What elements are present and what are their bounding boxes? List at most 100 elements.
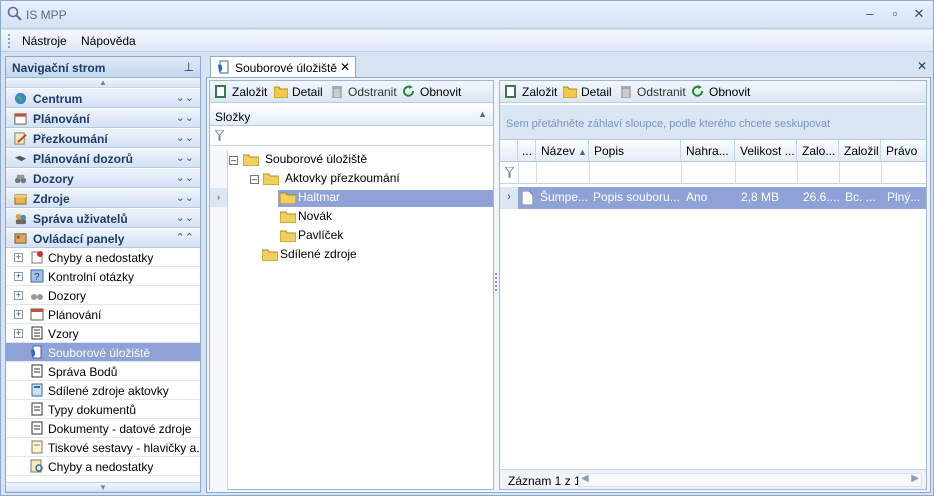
close-window-button[interactable]: ✕ — [908, 5, 930, 23]
col-nazev[interactable]: Název ▲ — [536, 140, 589, 162]
nav-group-label: Dozory — [33, 172, 74, 186]
expand-icon[interactable]: + — [14, 329, 23, 338]
new-document-icon — [505, 85, 516, 98]
folder-icon — [563, 86, 577, 98]
minimize-button[interactable]: – — [859, 5, 881, 23]
file-storage-icon — [31, 345, 42, 359]
chevron-down-icon: ⌄⌄ — [175, 112, 194, 124]
nav-scroll-down[interactable]: ▼ — [6, 482, 200, 492]
scroll-right-icon[interactable]: ▶ — [911, 473, 919, 484]
trash-icon — [621, 86, 631, 98]
expand-icon[interactable]: + — [14, 310, 23, 319]
col-zalozeno[interactable]: Zalo... — [797, 140, 839, 162]
nav-item-dozory[interactable]: + Dozory — [6, 286, 200, 305]
tree-node-sdilene-zdroje[interactable]: Sdílené zdroje — [260, 247, 357, 264]
filter-icon — [505, 167, 514, 178]
folder-remove-button[interactable]: Odstranit — [330, 85, 397, 99]
tree-node-root[interactable]: – Souborové úložiště — [229, 152, 367, 169]
nav-item-kontrolni-otazky[interactable]: +? Kontrolní otázky — [6, 267, 200, 286]
sort-up-icon: ▲ — [478, 109, 487, 119]
nav-item-dokumenty-datove-zdroje[interactable]: Dokumenty - datové zdroje — [6, 419, 200, 438]
nav-scroll-up[interactable]: ▲ — [6, 78, 200, 88]
expand-icon[interactable]: + — [14, 272, 23, 281]
scroll-left-icon[interactable]: ◀ — [581, 473, 589, 484]
nav-item-chyby[interactable]: + Chyby a nedostatky — [6, 248, 200, 267]
nav-item-sprava-bodu[interactable]: Správa Bodů — [6, 362, 200, 381]
record-counter: Záznam 1 z 1 — [508, 474, 581, 488]
nav-item-souborove-uloziste[interactable]: Souborové úložiště — [6, 343, 200, 362]
nav-group-label: Přezkoumání — [33, 132, 108, 146]
tree-node-haltmar[interactable]: Haltmar — [278, 190, 493, 207]
folder-detail-button[interactable]: Detail — [274, 85, 323, 99]
nav-group-label: Plánování dozorů — [33, 152, 134, 166]
chevron-down-icon: ⌄⌄ — [175, 192, 194, 204]
nav-item-label: Souborové úložiště — [48, 346, 151, 360]
col-velikost[interactable]: Velikost ... — [735, 140, 797, 162]
tab-souborove-uloziste[interactable]: Souborové úložiště ✕ — [210, 56, 356, 78]
chevron-down-icon: ⌄⌄ — [175, 172, 194, 184]
nav-item-label: Kontrolní otázky — [48, 270, 135, 284]
nav-header-title: Navigační strom — [12, 61, 106, 75]
file-detail-button[interactable]: Detail — [563, 85, 612, 99]
nav-item-planovani[interactable]: + Plánování — [6, 305, 200, 324]
nav-item-chyby-2[interactable]: Chyby a nedostatky — [6, 457, 200, 476]
expand-icon[interactable]: + — [14, 253, 23, 262]
nav-group-planovani[interactable]: Plánování ⌄⌄ — [6, 108, 200, 128]
chevron-down-icon: ⌄⌄ — [175, 132, 194, 144]
file-remove-button[interactable]: Odstranit — [619, 85, 686, 99]
refresh-icon — [692, 85, 703, 97]
col-popis[interactable]: Popis — [589, 140, 681, 162]
nav-item-vzory[interactable]: + Vzory — [6, 324, 200, 343]
folder-icon — [262, 249, 278, 261]
col-nahrano[interactable]: Nahra... — [681, 140, 735, 162]
nav-group-label: Správa uživatelů — [33, 212, 128, 226]
tree-node-pavlicek[interactable]: Pavlíček — [278, 228, 343, 245]
document-icon — [31, 402, 43, 416]
nav-item-sdilene-zdroje[interactable]: Sdílené zdroje aktovky — [6, 381, 200, 400]
report-icon — [31, 440, 43, 454]
box-icon — [14, 194, 27, 205]
collapse-icon[interactable]: – — [229, 156, 238, 165]
folder-create-button[interactable]: Založit — [214, 85, 267, 99]
nav-group-sprava-uzivatelu[interactable]: Správa uživatelů ⌄⌄ — [6, 208, 200, 228]
table-row[interactable]: › Šumpe... Popis souboru... Ano 2,8 MB 2… — [500, 187, 926, 209]
expand-icon[interactable]: + — [14, 291, 23, 300]
collapse-icon[interactable]: – — [250, 175, 259, 184]
pin-icon[interactable]: ⊥ — [184, 60, 194, 74]
folder-refresh-button[interactable]: Obnovit — [402, 85, 461, 99]
col-zalozil[interactable]: Založil — [839, 140, 881, 162]
binoculars-icon — [14, 174, 27, 184]
nav-group-prezkoumani[interactable]: Přezkoumání ⌄⌄ — [6, 128, 200, 148]
tab-close-icon[interactable]: ✕ — [340, 60, 350, 74]
tree-node-novak[interactable]: Novák — [278, 209, 332, 226]
splitter-handle[interactable] — [495, 273, 498, 291]
grid-filter-row[interactable] — [500, 162, 926, 184]
file-refresh-button[interactable]: Obnovit — [691, 85, 750, 99]
menu-grip — [8, 34, 10, 48]
horizontal-scrollbar[interactable]: ◀ ▶ — [578, 473, 922, 487]
nav-item-tiskove-sestavy[interactable]: Tiskové sestavy - hlavičky a... — [6, 438, 200, 457]
group-by-area[interactable]: Sem přetáhněte záhlaví sloupce, podle kt… — [500, 105, 926, 140]
maximize-button[interactable]: ▫ — [884, 5, 906, 23]
review-icon — [30, 459, 43, 473]
close-all-tabs-icon[interactable]: ✕ — [917, 59, 927, 73]
col-pravo[interactable]: Právo — [881, 140, 926, 162]
menu-tools[interactable]: Nástroje — [22, 34, 67, 48]
nav-item-label: Plánování — [48, 308, 102, 322]
folders-filter-row[interactable] — [210, 126, 493, 146]
nav-group-dozory[interactable]: Dozory ⌄⌄ — [6, 168, 200, 188]
nav-item-typy-dokumentu[interactable]: Typy dokumentů — [6, 400, 200, 419]
folder-icon — [243, 154, 259, 166]
errors-icon — [31, 251, 43, 264]
tree-node-aktovky[interactable]: – Aktovky přezkoumání — [250, 171, 400, 188]
nav-item-label: Dokumenty - datové zdroje — [48, 422, 192, 436]
folders-column-header[interactable]: Složky ▲ — [210, 106, 493, 126]
nav-group-planovani-dozoru[interactable]: Plánování dozorů ⌄⌄ — [6, 148, 200, 168]
col-attachment[interactable]: ... — [518, 140, 536, 162]
menu-help[interactable]: Nápověda — [81, 34, 136, 48]
file-create-button[interactable]: Založit — [504, 85, 557, 99]
nav-group-centrum[interactable]: Centrum ⌄⌄ — [6, 88, 200, 108]
nav-group-zdroje[interactable]: Zdroje ⌄⌄ — [6, 188, 200, 208]
nav-group-ovladaci-panely[interactable]: Ovládací panely ⌃⌃ — [6, 228, 200, 248]
tab-strip: Souborové úložiště ✕ ✕ — [206, 56, 931, 78]
